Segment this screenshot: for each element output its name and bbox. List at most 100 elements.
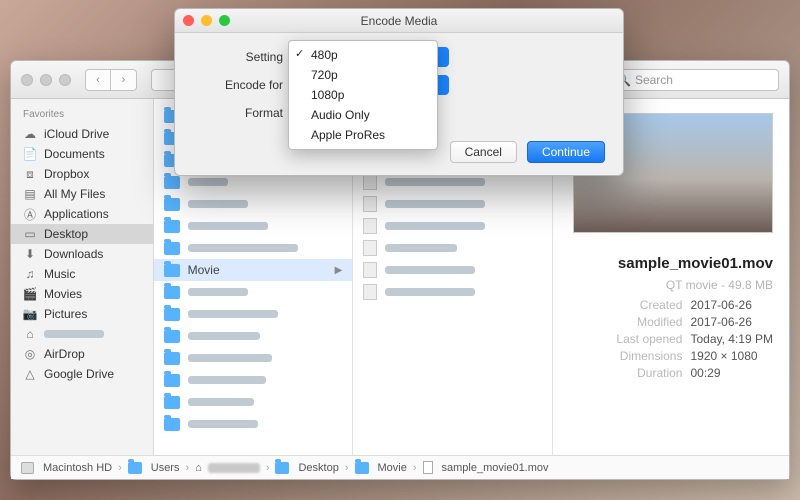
path-hd[interactable]: Macintosh HD [43, 462, 112, 474]
sidebar-item-label: AirDrop [44, 347, 85, 361]
sidebar-item-airdrop[interactable]: ◎ AirDrop [11, 344, 153, 364]
label-format: Format [193, 106, 283, 120]
search-input[interactable]: 🔍 Search [609, 69, 779, 91]
sidebar-item-movies[interactable]: 🎬 Movies [11, 284, 153, 304]
music-icon: ♫ [23, 267, 37, 281]
file-row-blurred[interactable] [353, 281, 552, 303]
path-user-blurred[interactable] [208, 463, 260, 473]
folder-row-blurred[interactable] [154, 215, 353, 237]
path-file[interactable]: sample_movie01.mov [442, 462, 549, 474]
tl-max[interactable] [59, 74, 71, 86]
nav-back-forward: ‹ › [85, 69, 137, 91]
sidebar-item-label: Documents [44, 147, 105, 161]
nav-forward-button[interactable]: › [111, 69, 137, 91]
tl-close[interactable] [21, 74, 33, 86]
folder-row-blurred[interactable] [154, 237, 353, 259]
home-icon: ⌂ [23, 327, 37, 341]
sidebar-item-documents[interactable]: 📄 Documents [11, 144, 153, 164]
sidebar-item-dropbox[interactable]: ⧈Dropbox [11, 164, 153, 184]
sidebar-item-label: Pictures [44, 307, 87, 321]
dlg-min[interactable] [201, 15, 212, 26]
folder-row-blurred[interactable] [154, 281, 353, 303]
meta-key: Dimensions [616, 349, 682, 363]
cloud-icon: ☁ [23, 127, 37, 141]
sidebar-item-label: iCloud Drive [44, 127, 109, 141]
file-icon [423, 461, 433, 474]
sidebar-item-icloud-drive[interactable]: ☁ iCloud Drive [11, 124, 153, 144]
blurred-label [385, 244, 457, 252]
file-icon [363, 196, 377, 212]
folder-icon [164, 418, 180, 431]
sidebar-item-label: Applications [44, 207, 109, 221]
folder-icon [164, 176, 180, 189]
folder-row-movie[interactable]: Movie ▶ [154, 259, 353, 281]
airdrop-icon: ◎ [23, 347, 37, 361]
sidebar-item-label: Downloads [44, 247, 103, 261]
sidebar-item-desktop[interactable]: ▭Desktop [11, 224, 153, 244]
folder-icon [128, 462, 142, 474]
sidebar-item-label: Movies [44, 287, 82, 301]
sidebar-item-home[interactable]: ⌂ [11, 324, 153, 344]
finder-traffic-lights [21, 74, 71, 86]
dropdown-option-480p[interactable]: 480p [289, 45, 437, 65]
blurred-label [188, 222, 268, 230]
blurred-label [188, 288, 248, 296]
sidebar-item-music[interactable]: ♫ Music [11, 264, 153, 284]
folder-row-blurred[interactable] [154, 325, 353, 347]
cancel-button[interactable]: Cancel [450, 141, 517, 163]
dlg-close[interactable] [183, 15, 194, 26]
folder-row-blurred[interactable] [154, 369, 353, 391]
folder-row-blurred[interactable] [154, 303, 353, 325]
sidebar-item-google-drive[interactable]: △Google Drive [11, 364, 153, 384]
document-icon: 📄 [23, 147, 37, 161]
dialog-titlebar: Encode Media [175, 9, 623, 33]
desktop-icon: ▭ [23, 227, 37, 241]
movies-icon: 🎬 [23, 287, 37, 301]
preview-filename: sample_movie01.mov [573, 255, 773, 272]
sidebar-item-downloads[interactable]: ⬇Downloads [11, 244, 153, 264]
folder-label: Movie [188, 263, 220, 277]
dlg-max[interactable] [219, 15, 230, 26]
blurred-label [188, 398, 254, 406]
file-icon [363, 174, 377, 190]
folder-icon [164, 330, 180, 343]
folder-row-blurred[interactable] [154, 193, 353, 215]
file-row-blurred[interactable] [353, 237, 552, 259]
folder-row-blurred[interactable] [154, 413, 353, 435]
path-users[interactable]: Users [151, 462, 180, 474]
file-row-blurred[interactable] [353, 215, 552, 237]
path-movie[interactable]: Movie [378, 462, 407, 474]
meta-key: Created [616, 298, 682, 312]
meta-value: Today, 4:19 PM [690, 332, 773, 346]
dropdown-option-720p[interactable]: 720p [289, 65, 437, 85]
sidebar-item-pictures[interactable]: 📷Pictures [11, 304, 153, 324]
meta-key: Last opened [616, 332, 682, 346]
blurred-label [385, 222, 485, 230]
path-desktop[interactable]: Desktop [298, 462, 338, 474]
blurred-label [188, 420, 258, 428]
dropdown-option-audio-only[interactable]: Audio Only [289, 105, 437, 125]
nav-back-button[interactable]: ‹ [85, 69, 111, 91]
blurred-label [188, 310, 278, 318]
folder-row-blurred[interactable] [154, 347, 353, 369]
folder-icon [164, 242, 180, 255]
file-row-blurred[interactable] [353, 193, 552, 215]
blurred-label [385, 266, 475, 274]
blurred-label [188, 354, 272, 362]
dropdown-option-apple-prores[interactable]: Apple ProRes [289, 125, 437, 145]
tl-min[interactable] [40, 74, 52, 86]
blurred-label [385, 178, 485, 186]
continue-button[interactable]: Continue [527, 141, 605, 163]
sidebar-item-label: Music [44, 267, 75, 281]
folder-row-blurred[interactable] [154, 391, 353, 413]
sidebar-item-all-my-files[interactable]: ▤All My Files [11, 184, 153, 204]
chevron-right-icon: ▶ [335, 265, 343, 276]
path-bar: Macintosh HD › Users › ⌂ › Desktop › Mov… [11, 455, 789, 479]
meta-value: 00:29 [690, 366, 773, 380]
blurred-label [385, 200, 485, 208]
file-row-blurred[interactable] [353, 259, 552, 281]
blurred-label [188, 332, 260, 340]
dropdown-option-1080p[interactable]: 1080p [289, 85, 437, 105]
blurred-label [385, 288, 475, 296]
sidebar-item-applications[interactable]: ⒶApplications [11, 204, 153, 224]
